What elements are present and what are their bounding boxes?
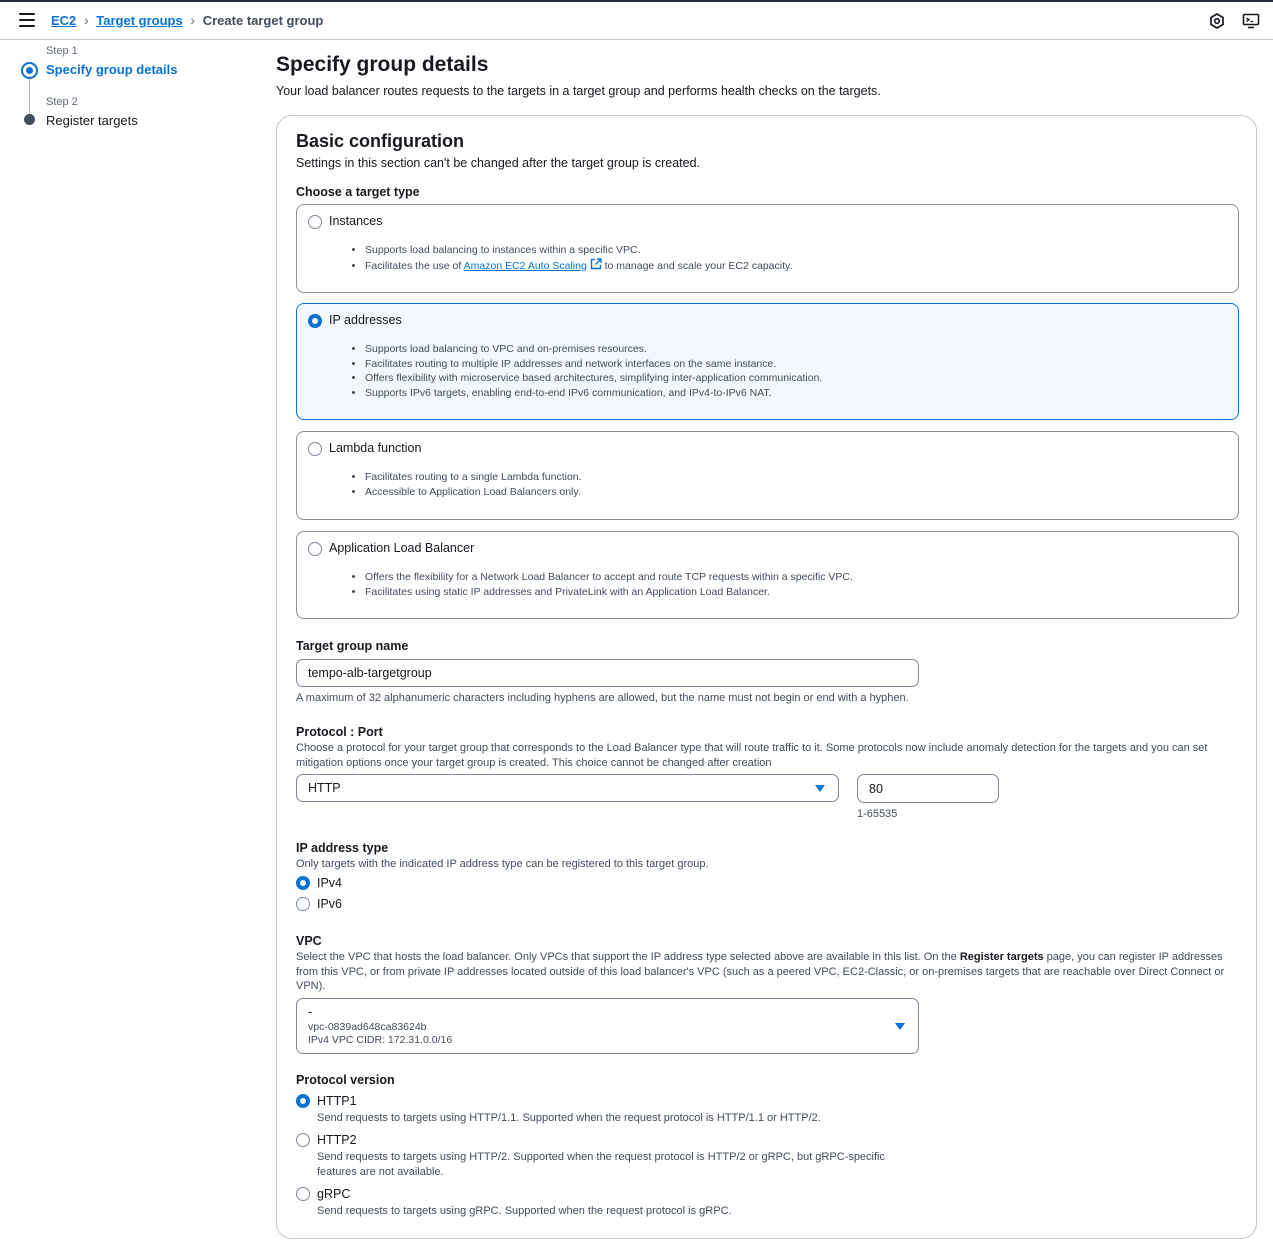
list-item: Facilitates routing to multiple IP addre… [365, 357, 822, 372]
vpc-select[interactable]: - vpc-0839ad648ca83624b IPv4 VPC CIDR: 1… [296, 998, 919, 1054]
list-item: Accessible to Application Load Balancers… [365, 485, 582, 500]
grpc-description: Send requests to targets using gRPC. Sup… [317, 1205, 732, 1217]
http1-description: Send requests to targets using HTTP/1.1.… [317, 1112, 821, 1124]
tile-label: Instances [329, 214, 383, 228]
vpc-id: vpc-0839ad648ca83624b [308, 1021, 427, 1033]
port-hint: 1-65535 [857, 808, 898, 820]
list-item: Supports load balancing to instances wit… [365, 243, 792, 258]
http2-label: HTTP2 [317, 1133, 357, 1147]
target-group-name-label: Target group name [296, 639, 409, 653]
target-type-ip-addresses[interactable]: IP addresses Supports load balancing to … [296, 303, 1239, 420]
tile-bullets: Offers the flexibility for a Network Loa… [365, 570, 853, 599]
list-item: Facilitates using static IP addresses an… [365, 585, 853, 600]
list-item: Facilitates routing to a single Lambda f… [365, 470, 582, 485]
list-item: Supports load balancing to VPC and on-pr… [365, 342, 822, 357]
breadcrumb-ec2[interactable]: EC2 [51, 13, 76, 28]
section-description: Settings in this section can't be change… [296, 156, 701, 170]
ip-address-type-label: IP address type [296, 841, 389, 855]
list-item: Facilitates the use of Amazon EC2 Auto S… [365, 257, 793, 274]
ec2-auto-scaling-link[interactable]: Amazon EC2 Auto Scaling [464, 260, 587, 272]
chevron-right-icon: › [190, 12, 196, 28]
bullet-text: Facilitates the use of [365, 259, 464, 272]
step-1-active-icon [21, 62, 38, 79]
cloudshell-icon[interactable] [1242, 12, 1260, 30]
port-input[interactable]: 80 [857, 774, 999, 803]
http2-description: Send requests to targets using HTTP/2. S… [317, 1151, 885, 1178]
vpc-desc-text: Select the VPC that hosts the load balan… [296, 951, 960, 963]
breadcrumb: EC2 › Target groups › Create target grou… [51, 12, 323, 28]
target-type-alb[interactable]: Application Load Balancer Offers the fle… [296, 531, 1239, 619]
tile-label: IP addresses [329, 313, 402, 327]
step-2-link: Register targets [46, 113, 138, 128]
ipv6-label: IPv6 [317, 897, 343, 911]
step-1-label: Step 1 [46, 45, 78, 57]
chevron-right-icon: › [83, 12, 89, 28]
vpc-description: Select the VPC that hosts the load balan… [296, 950, 1231, 994]
top-navigation: EC2 › Target groups › Create target grou… [0, 0, 1273, 40]
target-type-instances[interactable]: Instances Supports load balancing to ins… [296, 204, 1239, 293]
protocol-description: Choose a protocol for your target group … [296, 742, 1208, 769]
vpc-name: - [308, 1005, 313, 1019]
tile-bullets: Supports load balancing to VPC and on-pr… [365, 342, 822, 400]
page-description: Your load balancer routes requests to th… [276, 84, 881, 98]
list-item: Supports IPv6 targets, enabling end-to-e… [365, 386, 822, 401]
name-hint: A maximum of 32 alphanumeric characters … [296, 692, 909, 704]
protocol-port-label: Protocol : Port [296, 725, 383, 739]
breadcrumb-current: Create target group [202, 12, 324, 28]
ipv4-radio[interactable] [296, 876, 310, 890]
tile-label: Application Load Balancer [329, 541, 475, 555]
breadcrumb-target-groups[interactable]: Target groups [96, 13, 182, 28]
protocol-select[interactable]: HTTP [296, 774, 839, 802]
tile-bullets: Supports load balancing to instances wit… [365, 243, 792, 273]
target-group-name-input[interactable]: tempo-alb-targetgroup [296, 659, 919, 687]
grpc-radio[interactable] [296, 1187, 310, 1201]
caret-down-icon [815, 785, 825, 792]
bullet-text: to manage and scale your EC2 capacity. [601, 259, 793, 272]
step-2-label: Step 2 [46, 96, 78, 108]
http2-radio[interactable] [296, 1133, 310, 1147]
instances-radio[interactable] [308, 215, 322, 229]
tile-bullets: Facilitates routing to a single Lambda f… [365, 470, 582, 499]
ip-address-type-description: Only targets with the indicated IP addre… [296, 858, 709, 870]
vpc-cidr: IPv4 VPC CIDR: 172.31.0.0/16 [308, 1034, 453, 1046]
protocol-version-label: Protocol version [296, 1073, 395, 1087]
http2-option[interactable]: HTTP2 [296, 1133, 357, 1147]
caret-down-icon [895, 1023, 905, 1030]
list-item: Offers flexibility with microservice bas… [365, 371, 822, 386]
tile-label: Lambda function [329, 441, 422, 455]
ipv6-option[interactable]: IPv6 [296, 897, 342, 911]
vpc-label: VPC [296, 934, 322, 948]
http1-label: HTTP1 [317, 1094, 357, 1108]
list-item: Offers the flexibility for a Network Loa… [365, 570, 853, 585]
step-1-link[interactable]: Specify group details [46, 62, 177, 77]
ip-addresses-radio[interactable] [308, 314, 322, 328]
target-type-label: Choose a target type [296, 185, 420, 199]
ipv4-label: IPv4 [317, 876, 343, 890]
grpc-option[interactable]: gRPC [296, 1187, 350, 1201]
ipv6-radio[interactable] [296, 897, 310, 911]
section-title: Basic configuration [296, 131, 465, 151]
target-type-lambda[interactable]: Lambda function Facilitates routing to a… [296, 431, 1239, 520]
notifications-icon[interactable] [1208, 12, 1226, 30]
basic-configuration-panel: Basic configuration Settings in this sec… [276, 115, 1257, 1239]
page-title: Specify group details [276, 53, 489, 76]
grpc-label: gRPC [317, 1187, 351, 1201]
external-link-icon [590, 257, 602, 269]
step-2-icon [24, 114, 35, 125]
vpc-desc-bold: Register targets [959, 951, 1044, 963]
lambda-radio[interactable] [308, 442, 322, 456]
ipv4-option[interactable]: IPv4 [296, 876, 342, 890]
alb-radio[interactable] [308, 542, 322, 556]
http1-option[interactable]: HTTP1 [296, 1094, 357, 1108]
menu-icon[interactable] [19, 13, 35, 27]
step-connector [29, 79, 30, 116]
protocol-value: HTTP [308, 781, 341, 795]
http1-radio[interactable] [296, 1094, 310, 1108]
